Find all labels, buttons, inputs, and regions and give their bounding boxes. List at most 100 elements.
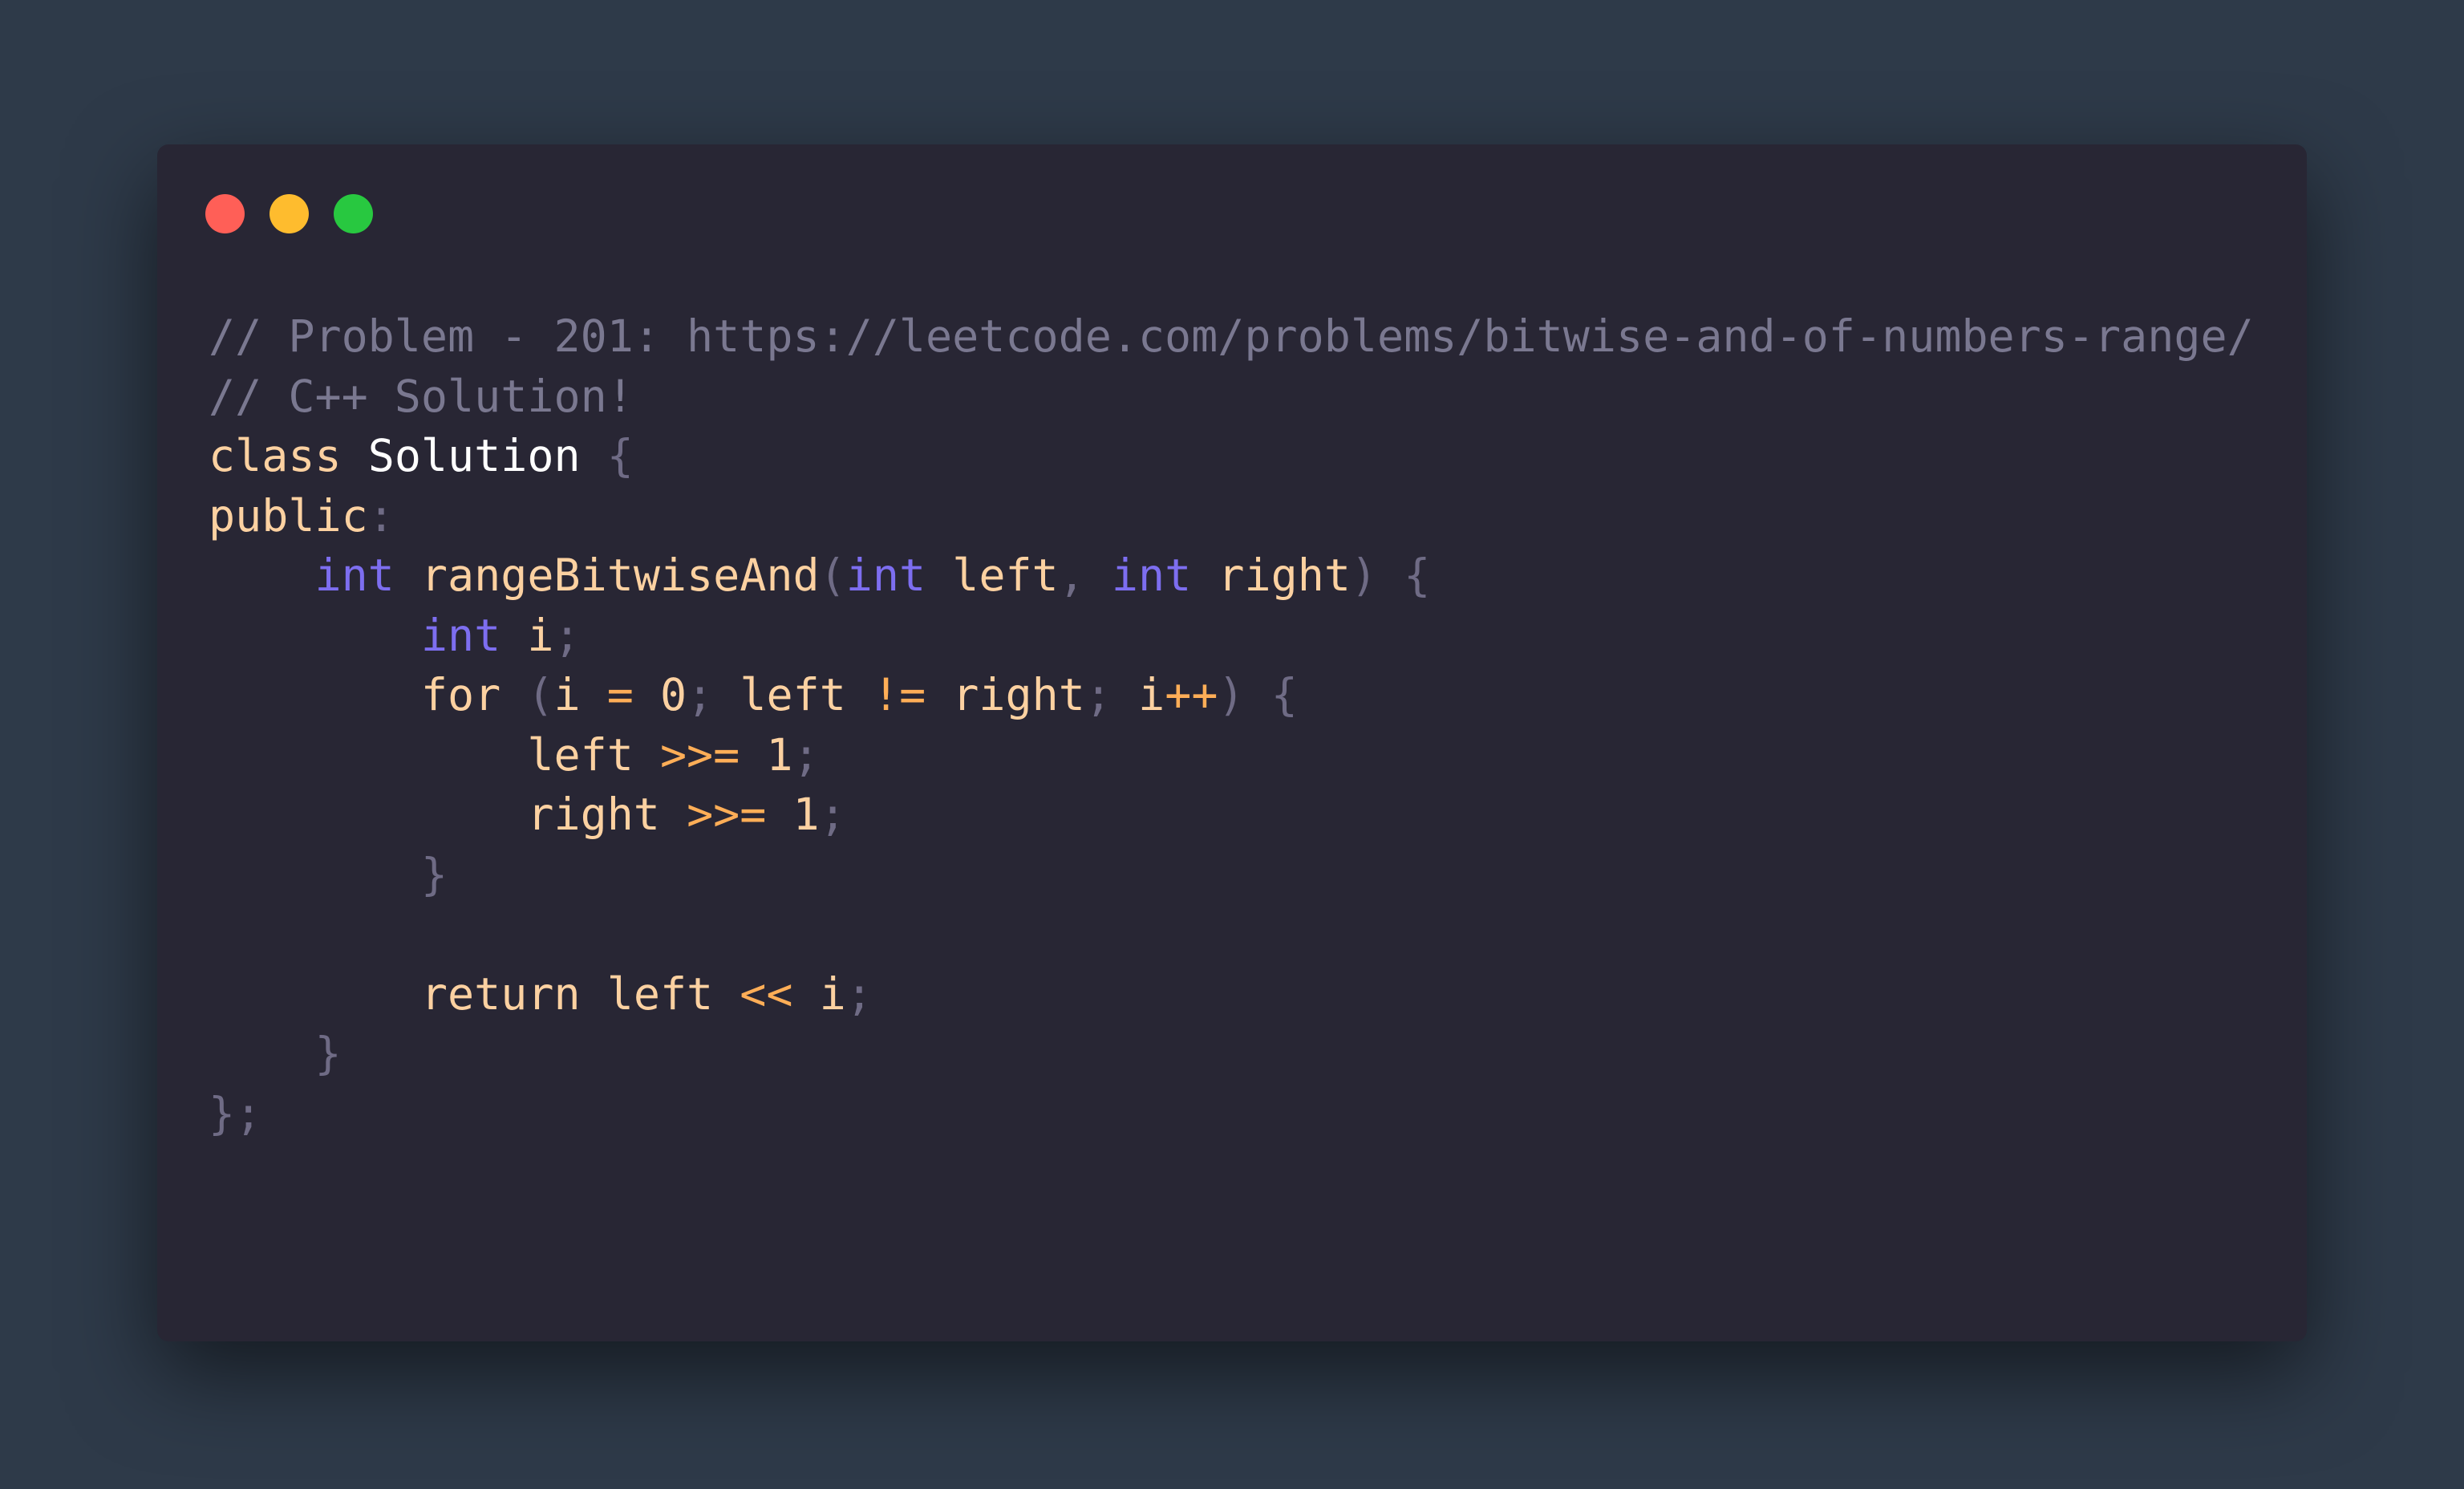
code-token-num: 1 [792,789,820,840]
code-token-type: int [420,609,501,661]
code-token-ws [1085,550,1112,601]
code-token-ws [209,849,421,900]
code-token-ws [634,729,660,781]
code-token-ws [209,968,421,1020]
code-token-ws [1377,550,1404,601]
code-line: class Solution { [209,426,2254,486]
code-token-keyword: class [209,430,342,481]
code-token-num: 0 [660,669,687,720]
code-token-num: 1 [766,728,793,781]
code-line: right >>= 1; [209,785,2254,845]
code-token-punct: }; [209,1087,262,1139]
code-token-ws [846,669,873,720]
code-token-ident: right [952,669,1085,720]
code-token-ident: i [1138,669,1165,720]
code-token-punct: { [1270,669,1298,720]
code-token-ws [209,550,314,601]
code-token-name: Solution [367,430,581,481]
code-token-ws [713,968,740,1020]
code-token-punct: } [314,1028,342,1079]
code-token-op: ++ [1165,669,1218,720]
code-token-ws [209,1028,314,1079]
code-token-keyword: public [209,489,368,542]
code-token-op: << [740,968,793,1020]
code-token-type: int [1111,550,1192,601]
code-token-ws [660,789,687,840]
code-token-op: >>= [659,728,740,781]
code-token-ws [500,669,527,720]
code-token-ident: left [952,550,1059,601]
code-window: // Problem - 201: https://leetcode.com/p… [157,144,2307,1341]
code-token-ws [926,550,952,601]
code-token-ws [581,669,607,720]
code-token-punct: , [1058,550,1085,601]
code-token-ident: right [1218,550,1351,601]
code-token-comment: // C++ Solution! [209,370,634,422]
code-token-ws [766,789,792,840]
code-token-ws [740,729,766,781]
code-token-punct: ; [1084,669,1112,720]
code-token-punct: ) [1350,550,1378,601]
code-token-ws [209,789,527,840]
code-token-op: != [872,669,926,720]
maximize-icon[interactable] [334,194,373,233]
code-token-op: = [606,669,634,720]
code-token-punct: ) [1218,669,1245,720]
code-token-ws [793,968,820,1020]
code-token-punct: : [367,489,395,542]
code-token-punct: ; [553,609,581,661]
code-token-ident: left [527,728,634,781]
code-token-comment: // Problem - 201: https://leetcode.com/p… [209,310,2254,362]
code-token-punct: ; [845,968,873,1020]
code-token-ws [395,550,421,601]
close-icon[interactable] [205,194,245,233]
code-token-ws [1112,669,1138,720]
code-token-ws [209,729,527,781]
code-token-op: >>= [687,789,767,840]
code-token-punct: { [606,430,634,481]
code-token-type: int [845,550,926,601]
code-line: } [209,1024,2254,1084]
code-token-ident: left [740,669,846,720]
code-line: public: [209,486,2254,546]
code-token-ws [713,669,740,720]
code-line: }; [209,1084,2254,1144]
code-token-punct: ; [687,669,714,720]
code-token-punct: ( [819,550,846,601]
code-line: int i; [209,606,2254,666]
code-line: ​ [209,904,2254,964]
code-token-ws [500,610,527,661]
code-line: } [209,845,2254,905]
code-token-punct: ; [792,728,820,781]
code-token-ws [634,669,660,720]
code-line: left >>= 1; [209,725,2254,785]
code-token-ws [581,430,607,481]
code-token-func: rangeBitwiseAnd [420,550,820,601]
code-token-ws [581,968,607,1020]
code-block: // Problem - 201: https://leetcode.com/p… [209,306,2254,1143]
window-controls [205,194,373,233]
code-token-punct: { [1404,550,1431,601]
code-token-ident: i [527,609,554,661]
code-line: for (i = 0; left != right; i++) { [209,665,2254,725]
code-line: // Problem - 201: https://leetcode.com/p… [209,306,2254,367]
code-token-ws [1245,669,1271,720]
code-token-keyword: for [420,669,501,720]
minimize-icon[interactable] [270,194,309,233]
code-token-punct: } [420,848,448,900]
code-token-ws [342,430,368,481]
code-line: // C++ Solution! [209,367,2254,427]
code-token-ident: left [606,968,714,1020]
code-token-ident: i [553,669,581,720]
code-token-punct: ( [527,669,554,720]
code-token-ident: right [527,789,660,840]
code-token-punct: ; [819,789,846,840]
code-token-type: int [314,550,395,601]
code-token-keyword: return [420,968,581,1020]
code-token-ws [209,610,421,661]
code-token-ws [1191,550,1218,601]
code-line: int rangeBitwiseAnd(int left, int right)… [209,546,2254,606]
code-token-ident: i [819,968,846,1020]
code-token-ws [209,669,421,720]
code-token-ws [926,669,952,720]
